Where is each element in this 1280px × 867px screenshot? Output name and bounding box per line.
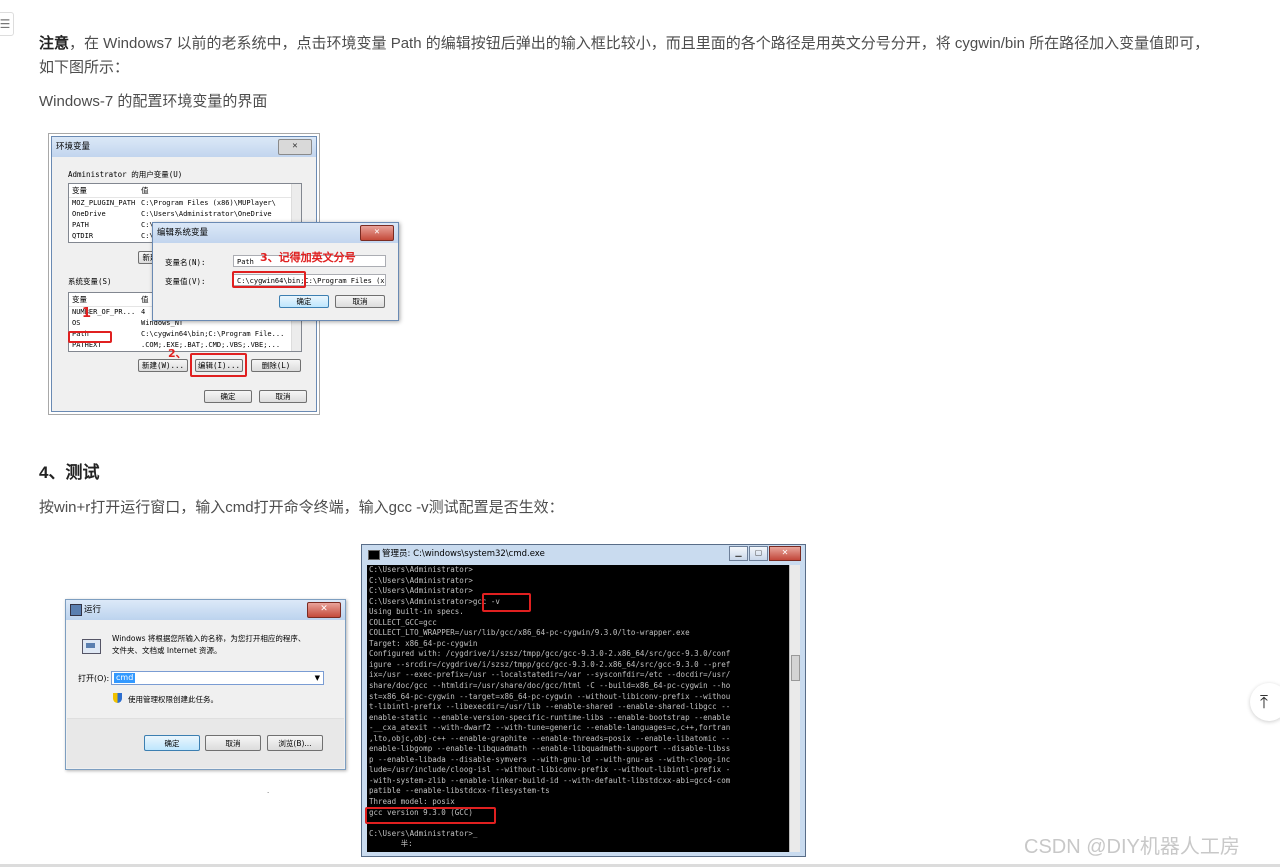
run-close-icon[interactable]: ✕	[307, 602, 341, 618]
env-dialog-title: 环境变量	[52, 137, 316, 157]
gcc-version-highlight	[365, 807, 496, 824]
system-vars-label: 系统变量(S)	[68, 277, 112, 286]
run-input-value[interactable]: cmd	[114, 673, 136, 683]
console-line: COLLECT_LTO_WRAPPER=/usr/lib/gcc/x86_64-…	[369, 628, 690, 638]
open-label: 打开(O):	[78, 674, 110, 683]
run-browse-button[interactable]: 浏览(B)...	[267, 735, 323, 751]
edit-cancel-button[interactable]: 取消	[335, 295, 385, 308]
console-line: C:\Users\Administrator>	[369, 565, 473, 574]
note-paragraph: 注意，在 Windows7 以前的老系统中，点击环境变量 Path 的编辑按钮后…	[39, 32, 1209, 80]
run-dialog: 运行 ✕ Windows 将根据您所输入的名称，为您打开相应的程序、 文件夹、文…	[65, 599, 346, 770]
console-line: C:\Users\Administrator>gcc -v	[369, 596, 500, 606]
col-var-header: 变量	[72, 186, 87, 195]
console-line: Configured with: /cygdrive/i/szsz/tmpp/g…	[369, 649, 731, 659]
minimize-icon[interactable]: ▁	[729, 546, 748, 561]
var-value-label: 变量值(V):	[165, 277, 206, 286]
console-line: lude=/usr/include/cloog-isl --without-li…	[369, 765, 731, 775]
watermark: CSDN @DIY机器人工房	[1024, 836, 1240, 858]
shield-icon	[113, 693, 122, 703]
cancel-button[interactable]: 取消	[259, 390, 307, 403]
console-line: share/doc/gcc --htmldir=/usr/share/doc/g…	[369, 681, 731, 691]
new-button[interactable]: 新建(W)...	[138, 359, 188, 372]
console-line: COLLECT_GCC=gcc	[369, 617, 437, 627]
value-highlight	[232, 271, 306, 288]
chevron-down-icon[interactable]: ▼	[315, 672, 320, 684]
edit-system-var-dialog: 编辑系统变量 ✕ 变量名(N): Path 变量值(V): C:\cygwin6…	[152, 222, 399, 321]
console-line: enable-static --enable-version-specific-…	[369, 712, 731, 722]
section-text: 按win+r打开运行窗口，输入cmd打开命令终端，输入gcc -v测试配置是否生…	[39, 499, 564, 516]
scroll-thumb[interactable]	[791, 655, 800, 681]
note-bold: 注意	[39, 35, 70, 52]
env-close-icon[interactable]: ✕	[278, 139, 312, 155]
run-dialog-title: 运行	[66, 600, 345, 620]
console-line: Using built-in specs.	[369, 607, 464, 617]
console-line: -__cxa_atexit --with-dwarf2 --with-tune=…	[369, 723, 731, 733]
list-item[interactable]: OneDrive C:\Users\Administrator\OneDrive	[69, 209, 301, 220]
note-text-1: ，在 Windows7 以前的老系统中，点击环境变量 Path 的编辑按钮后弹出…	[69, 35, 1210, 52]
var-name-label: 变量名(N):	[165, 258, 206, 267]
run-ok-button[interactable]: 确定	[144, 735, 200, 751]
console-line: patible --enable-libstdcxx-filesystem-ts	[369, 786, 550, 796]
section-title: 4、测试	[39, 463, 100, 482]
run-app-icon	[70, 604, 82, 616]
caption-win7: Windows-7 的配置环境变量的界面	[39, 93, 268, 110]
run-cancel-button[interactable]: 取消	[205, 735, 261, 751]
path-highlight	[68, 331, 112, 343]
col-val-header: 值	[141, 186, 149, 195]
run-program-icon	[82, 639, 101, 654]
console-line: Thread model: posix	[369, 797, 455, 807]
console-line: p --enable-libada --disable-symvers --wi…	[369, 754, 731, 764]
col-val-header: 值	[141, 295, 149, 304]
run-desc-line1: Windows 将根据您所输入的名称，为您打开相应的程序、	[112, 634, 306, 643]
console-line: ,lto,objc,obj-c++ --enable-graphite --en…	[369, 733, 731, 743]
maximize-icon[interactable]: ▢	[749, 546, 768, 561]
close-icon[interactable]: ✕	[769, 546, 801, 561]
gcc-command-highlight	[482, 593, 531, 612]
edit-close-icon[interactable]: ✕	[360, 225, 394, 241]
cmd-window: 管理员: C:\windows\system32\cmd.exe ▁ ▢ ✕ C…	[361, 544, 806, 857]
toc-icon[interactable]: ☰	[0, 12, 14, 36]
col-var-header: 变量	[72, 295, 87, 304]
console-line: igure --srcdir=/cygdrive/i/szsz/tmpp/gcc…	[369, 659, 731, 669]
stray-dot: .	[267, 786, 270, 795]
console-line: -with-system-zlib --enable-linker-build-…	[369, 775, 731, 785]
run-input[interactable]: cmd ▼	[111, 671, 324, 685]
run-description: Windows 将根据您所输入的名称，为您打开相应的程序、 文件夹、文档或 In…	[112, 633, 305, 657]
list-item[interactable]: MOZ_PLUGIN_PATH C:\Program Files (x86)\MU…	[69, 198, 301, 209]
console-line: C:\Users\Administrator>	[369, 586, 473, 596]
console-line: C:\Users\Administrator>	[369, 575, 473, 585]
back-to-top-icon[interactable]: ⤒	[1250, 683, 1280, 721]
user-vars-label: Administrator 的用户变量(U)	[68, 170, 183, 179]
note-text-2: 如下图所示：	[39, 59, 130, 76]
run-desc-line2: 文件夹、文档或 Internet 资源。	[112, 646, 222, 655]
step-3-mark: 3、记得加英文分号	[260, 251, 356, 264]
ok-button[interactable]: 确定	[204, 390, 252, 403]
console-scrollbar[interactable]	[789, 565, 800, 852]
console-line: enable-libgomp --enable-libquadmath --en…	[369, 744, 731, 754]
delete-button[interactable]: 删除(L)	[251, 359, 301, 372]
edit-highlight	[190, 353, 247, 377]
console-line: 半:	[369, 839, 413, 849]
console-line: ix=/usr --exec-prefix=/usr --localstated…	[369, 670, 731, 680]
edit-ok-button[interactable]: 确定	[279, 295, 329, 308]
console-line: Target: x86_64-pc-cygwin	[369, 638, 478, 648]
admin-text: 使用管理权限创建此任务。	[128, 695, 218, 704]
console-line: C:\Users\Administrator>_	[369, 828, 478, 838]
step-1-mark: 1	[82, 306, 92, 321]
console-line: st=x86_64-pc-cygwin --target=x86_64-pc-c…	[369, 691, 731, 701]
console-line: t-libintl-prefix --libexecdir=/usr/lib -…	[369, 702, 731, 712]
